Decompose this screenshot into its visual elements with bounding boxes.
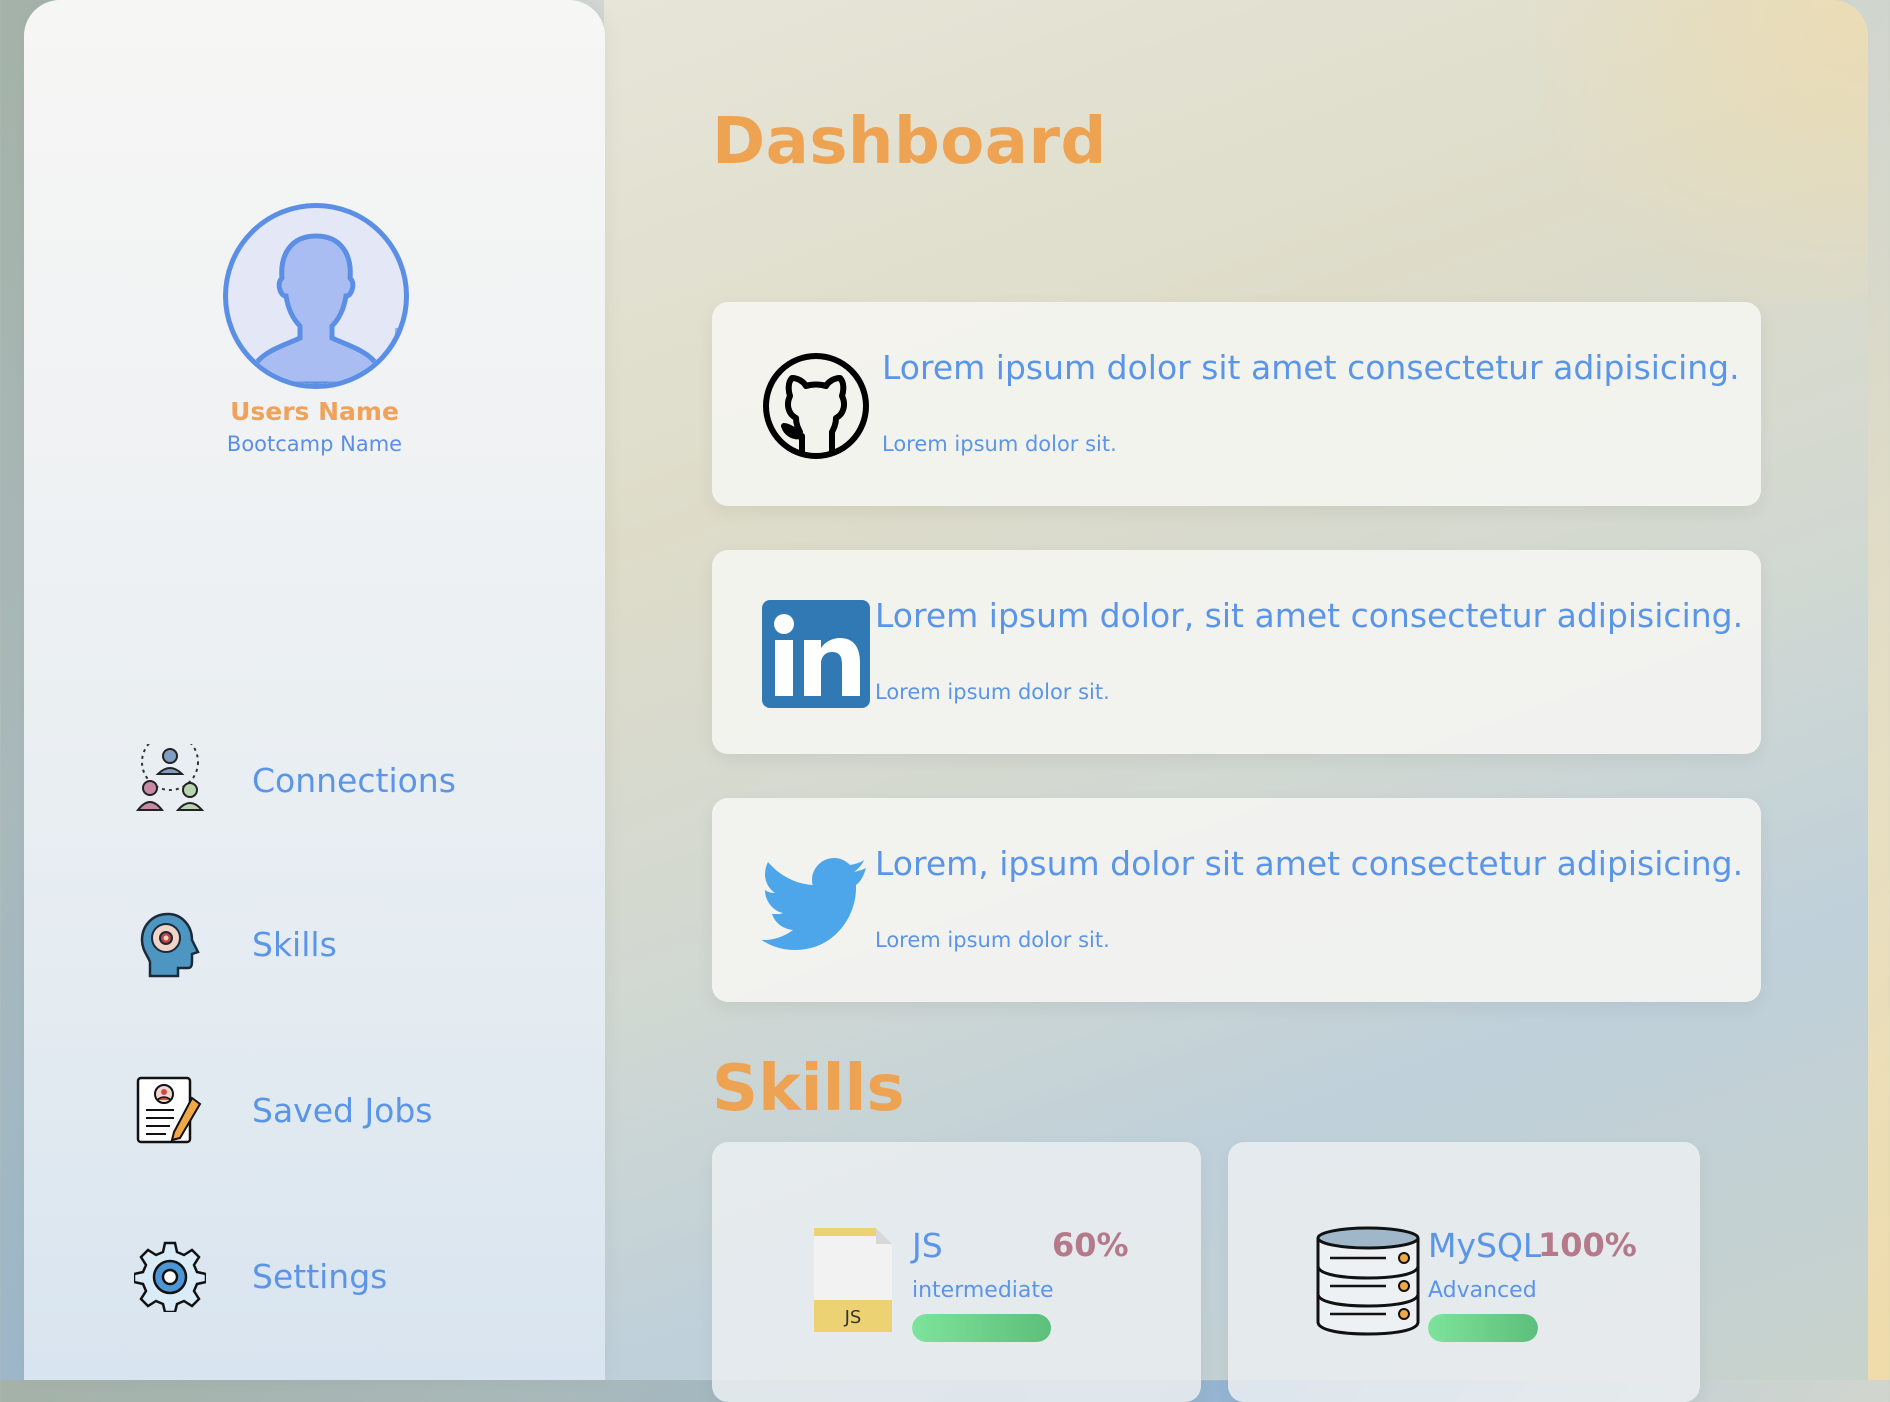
avatar[interactable]	[223, 203, 409, 389]
nav-label-settings: Settings	[252, 1256, 388, 1296]
settings-gear-icon	[134, 1241, 206, 1312]
skill-progress-fill	[1428, 1314, 1538, 1342]
js-icon-text: JS	[844, 1307, 862, 1328]
skill-progress-fill	[912, 1314, 1052, 1342]
linkedin-icon	[762, 600, 870, 708]
skill-card-mysql[interactable]: MySQL 100% Advanced	[1228, 1142, 1700, 1402]
nav-label-skills: Skills	[252, 924, 337, 964]
nav-label-connections: Connections	[252, 760, 456, 800]
skills-section-title: Skills	[712, 1052, 905, 1126]
card-title: Lorem, ipsum dolor sit amet consectetur …	[875, 844, 1744, 883]
js-file-icon: JS	[814, 1228, 892, 1332]
skill-name: MySQL	[1428, 1226, 1542, 1265]
skill-progress-bar	[912, 1314, 1144, 1342]
card-title: Lorem ipsum dolor, sit amet consectetur …	[875, 596, 1744, 635]
skill-level: Advanced	[1428, 1278, 1537, 1303]
social-card-linkedin[interactable]: Lorem ipsum dolor, sit amet consectetur …	[712, 550, 1761, 754]
twitter-icon	[762, 858, 866, 950]
nav-item-connections[interactable]: Connections	[134, 740, 456, 820]
github-icon	[763, 353, 869, 459]
skill-percent: 100%	[1538, 1226, 1637, 1264]
skill-progress-bar	[1428, 1314, 1538, 1342]
skill-card-js[interactable]: JS JS 60% intermediate	[712, 1142, 1201, 1402]
skill-percent: 60%	[1052, 1226, 1129, 1264]
connections-icon	[135, 744, 205, 811]
nav-label-saved-jobs: Saved Jobs	[252, 1090, 433, 1130]
social-card-twitter[interactable]: Lorem, ipsum dolor sit amet consectetur …	[712, 798, 1761, 1002]
social-card-github[interactable]: Lorem ipsum dolor sit amet consectetur a…	[712, 302, 1761, 506]
page-title: Dashboard	[712, 105, 1107, 179]
database-icon	[1316, 1226, 1420, 1336]
card-title: Lorem ipsum dolor sit amet consectetur a…	[882, 348, 1740, 387]
nav-item-saved-jobs[interactable]: Saved Jobs	[134, 1070, 433, 1150]
saved-jobs-icon	[136, 1076, 202, 1144]
card-subtitle: Lorem ipsum dolor sit.	[882, 432, 1117, 456]
user-name: Users Name	[230, 397, 399, 426]
user-silhouette-icon	[251, 233, 401, 384]
card-subtitle: Lorem ipsum dolor sit.	[875, 928, 1110, 952]
card-subtitle: Lorem ipsum dolor sit.	[875, 680, 1110, 704]
skill-level: intermediate	[912, 1278, 1054, 1303]
nav-item-skills[interactable]: Skills	[134, 904, 337, 984]
skills-head-icon	[140, 912, 200, 978]
nav-item-settings[interactable]: Settings	[134, 1236, 387, 1316]
bootcamp-name: Bootcamp Name	[226, 432, 403, 456]
skill-name: JS	[912, 1226, 943, 1265]
